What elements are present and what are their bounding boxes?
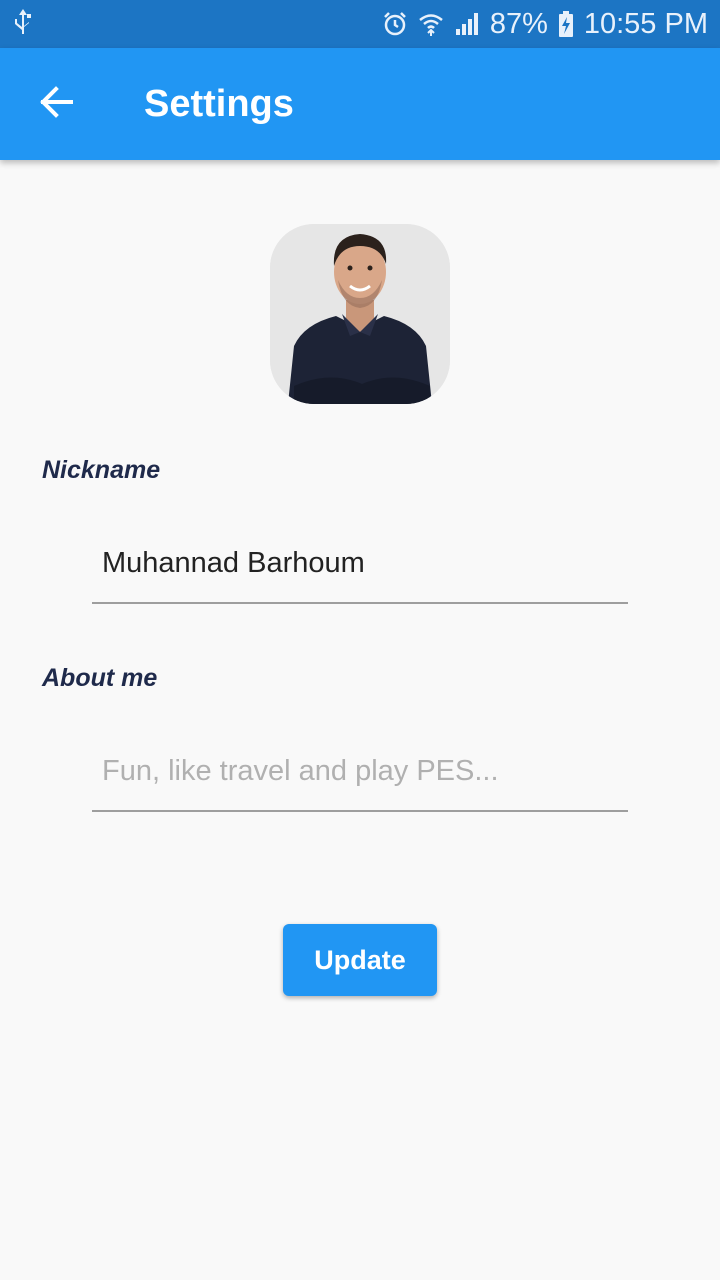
clock: 10:55 PM (583, 7, 708, 40)
app-bar: Settings (0, 48, 720, 160)
nickname-label: Nickname (42, 456, 161, 484)
page-title: Settings (144, 82, 294, 125)
wifi-icon (418, 11, 444, 37)
battery-charging-icon (558, 10, 574, 38)
back-button[interactable] (0, 48, 112, 160)
nickname-field[interactable] (92, 524, 628, 604)
about-label: About me (42, 664, 158, 692)
nickname-input[interactable] (92, 546, 628, 580)
status-left (12, 7, 382, 42)
avatar[interactable] (270, 224, 450, 404)
arrow-back-icon (38, 84, 74, 125)
battery-percent: 87% (489, 7, 548, 40)
status-right: 87% 10:55 PM (382, 8, 708, 41)
usb-icon (12, 7, 34, 42)
about-input[interactable] (92, 754, 628, 788)
update-button[interactable]: Update (283, 924, 437, 996)
alarm-icon (382, 11, 408, 37)
status-bar: 87% 10:55 PM (0, 0, 720, 48)
about-field[interactable] (92, 732, 628, 812)
signal-icon (454, 11, 480, 37)
